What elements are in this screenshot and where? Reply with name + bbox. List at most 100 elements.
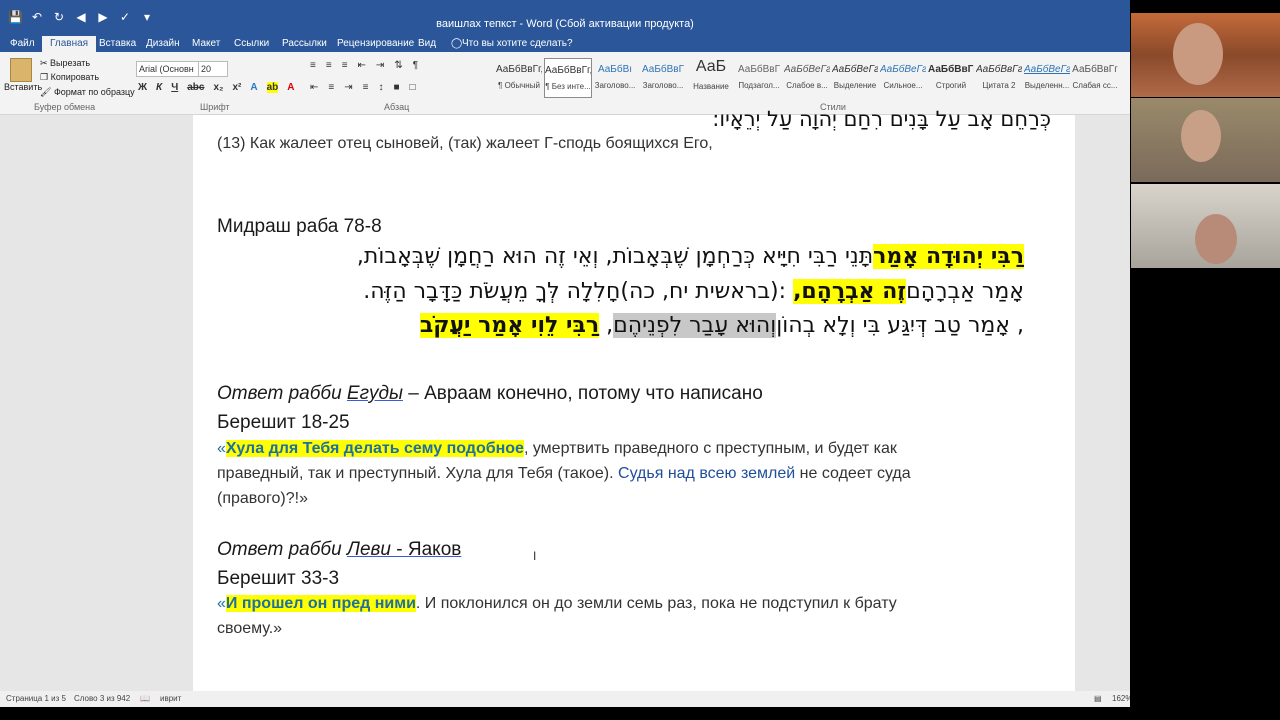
format-painter-label: Формат по образцу: [53, 87, 135, 97]
tab-home[interactable]: Главная: [42, 36, 97, 52]
borders-icon[interactable]: □: [410, 82, 416, 93]
document-page[interactable]: כְּרַחֵם אָב עַל בָּנִים רִחַם יְהוָה עַ…: [193, 107, 1075, 691]
bold-icon[interactable]: Ж: [138, 82, 147, 93]
answer-italic: Ответ рабби: [217, 539, 347, 560]
line-spacing-icon[interactable]: ↕: [378, 82, 383, 93]
video-participant-2: [1131, 98, 1280, 182]
cut-button[interactable]: ✂ Вырезать: [40, 58, 90, 69]
status-bar: Страница 1 из 5 Слово 3 из 942 📖 иврит ▤…: [0, 691, 1130, 707]
superscript-icon[interactable]: x²: [232, 82, 241, 93]
quote-highlight: Хула для Тебя делать сему подобное: [225, 440, 524, 457]
tab-insert[interactable]: Вставка: [99, 38, 136, 49]
participant-face: [1195, 214, 1237, 264]
hebrew-line-2: אָמַר אַבְרָהָםזֶה אַבְרָהָם, :(בראשית י…: [363, 279, 1024, 304]
read-mode-icon[interactable]: ▤: [1094, 694, 1102, 703]
hebrew-verse-top: כְּרַחֵם אָב עַל בָּנִים רִחַם יְהוָה עַ…: [712, 107, 1051, 131]
style-intense-emphasis[interactable]: АаБбВеГг Сильное...: [880, 58, 926, 96]
answer-rabbi-name: Егуды: [346, 383, 403, 404]
style-name: Заголово...: [642, 81, 684, 90]
tell-me-box[interactable]: Что вы хотите сделать?: [462, 38, 573, 49]
style-name: Сильное...: [883, 81, 923, 90]
copy-button[interactable]: ❐ Копировать: [40, 72, 99, 83]
align-left-icon[interactable]: ⇤: [310, 82, 318, 93]
font-size-select[interactable]: 20: [198, 61, 228, 77]
hebrew-text: ,: [599, 313, 614, 338]
style-name: ¶ Обычный: [498, 81, 540, 90]
quote-mark: «: [217, 595, 226, 612]
bullets-icon[interactable]: ≡: [310, 60, 316, 71]
text-effects-icon[interactable]: A: [250, 82, 257, 93]
style-sample: АаБбВвГ: [737, 64, 781, 75]
pilcrow-icon[interactable]: ¶: [413, 60, 418, 71]
tab-view[interactable]: Вид: [418, 38, 436, 49]
style-name: Заголово...: [594, 81, 636, 90]
highlight-icon[interactable]: ab: [266, 82, 279, 93]
italic-icon[interactable]: К: [156, 82, 162, 93]
strikethrough-icon[interactable]: abc: [187, 82, 204, 93]
align-right-icon[interactable]: ⇥: [344, 82, 352, 93]
style-sample: АаБбВеГг: [784, 64, 830, 75]
style-sample: АаБбВвГг: [976, 64, 1022, 75]
style-subtle-emphasis[interactable]: АаБбВеГг Слабое в...: [784, 58, 830, 96]
style-emphasis[interactable]: АаБбВеГг Выделение: [832, 58, 878, 96]
hebrew-text: , אָמַר טַב דְּיִגַּע בִּי וְלָא בְהוֹן: [776, 313, 1024, 338]
font-name-select[interactable]: Arial (Основн: [136, 61, 200, 77]
multilevel-icon[interactable]: ≡: [342, 60, 348, 71]
style-sample: АаБбВвГг,: [545, 65, 591, 76]
quote-2-line-2: своему.»: [217, 620, 283, 637]
style-name: Слабое в...: [786, 81, 828, 90]
subscript-icon[interactable]: x₂: [213, 82, 223, 93]
font-group-label: Шрифт: [200, 102, 230, 112]
style-name: ¶ Без инте...: [545, 82, 591, 91]
style-sample: АаБбВеГг: [832, 64, 878, 75]
paste-icon[interactable]: [10, 58, 32, 82]
status-words[interactable]: Слово 3 из 942: [74, 694, 130, 703]
style-quote[interactable]: АаБбВвГг Цитата 2: [976, 58, 1022, 96]
style-sample: АаБбВеГг: [1024, 64, 1070, 75]
tab-references[interactable]: Ссылки: [234, 38, 269, 49]
quote-text: не содеет суда: [795, 465, 911, 482]
style-heading2[interactable]: АаБбВвГ Заголово...: [640, 58, 686, 96]
style-intense-quote[interactable]: АаБбВеГг Выделенн...: [1024, 58, 1070, 96]
proofing-icon[interactable]: 📖: [140, 694, 150, 703]
status-page[interactable]: Страница 1 из 5: [6, 694, 66, 703]
tab-review[interactable]: Рецензирование: [337, 38, 414, 49]
paragraph-group-label: Абзац: [384, 102, 410, 112]
window-title: ваишлах тепкст - Word (Сбой активации пр…: [436, 18, 694, 30]
style-name: Цитата 2: [982, 81, 1016, 90]
status-language[interactable]: иврит: [160, 694, 181, 703]
justify-icon[interactable]: ≡: [363, 82, 369, 93]
sort-icon[interactable]: ⇅: [394, 60, 402, 71]
align-center-icon[interactable]: ≡: [328, 82, 334, 93]
style-heading1[interactable]: АаБбВı Заголово...: [592, 58, 638, 96]
tab-mailings[interactable]: Рассылки: [282, 38, 327, 49]
styles-gallery: АаБбВвГг, ¶ Обычный АаБбВвГг, ¶ Без инте..…: [496, 58, 1126, 98]
style-no-spacing[interactable]: АаБбВвГг, ¶ Без инте...: [544, 58, 592, 98]
document-canvas[interactable]: כְּרַחֵם אָב עַל בָּנִים רִחַם יְהוָה עַ…: [0, 107, 1130, 691]
underline-icon[interactable]: Ч: [171, 82, 178, 93]
increase-indent-icon[interactable]: ⇥: [376, 60, 384, 71]
font-color-icon[interactable]: A: [287, 82, 294, 93]
style-sample: АаБбВеГг: [880, 64, 926, 75]
numbering-icon[interactable]: ≡: [326, 60, 332, 71]
paste-button[interactable]: Вставить: [4, 82, 42, 92]
shading-icon[interactable]: ■: [393, 82, 399, 93]
quote-1-line-1: «Хула для Тебя делать сему подобное, уме…: [217, 440, 897, 458]
style-normal[interactable]: АаБбВвГг, ¶ Обычный: [496, 58, 542, 96]
zoom-level[interactable]: 162%: [1112, 694, 1130, 703]
style-subtitle[interactable]: АаБбВвГ Подзагол...: [736, 58, 782, 96]
tab-design[interactable]: Дизайн: [146, 38, 180, 49]
lightbulb-icon: ◯: [451, 38, 463, 49]
tab-layout[interactable]: Макет: [192, 38, 220, 49]
style-title[interactable]: АаБ Название: [688, 58, 734, 96]
hebrew-highlight: רַבִּי לֵוִי אָמַר יַעֲקֹב: [419, 313, 600, 338]
style-strong[interactable]: АаБбВвГг, Строгий: [928, 58, 974, 96]
style-sample: АаБбВвГг,: [928, 64, 974, 75]
decrease-indent-icon[interactable]: ⇤: [358, 60, 366, 71]
tab-file[interactable]: Файл: [10, 38, 35, 49]
style-subtle-reference[interactable]: АаБбВвГг Слабая сс...: [1072, 58, 1118, 96]
format-painter-button[interactable]: 🖌 Формат по образцу: [40, 87, 135, 98]
quote-highlight: И прошел он пред ними: [225, 595, 416, 612]
quote-text: . И поклонился он до земли семь раз, пок…: [415, 595, 897, 612]
video-participant-1: [1131, 13, 1280, 97]
